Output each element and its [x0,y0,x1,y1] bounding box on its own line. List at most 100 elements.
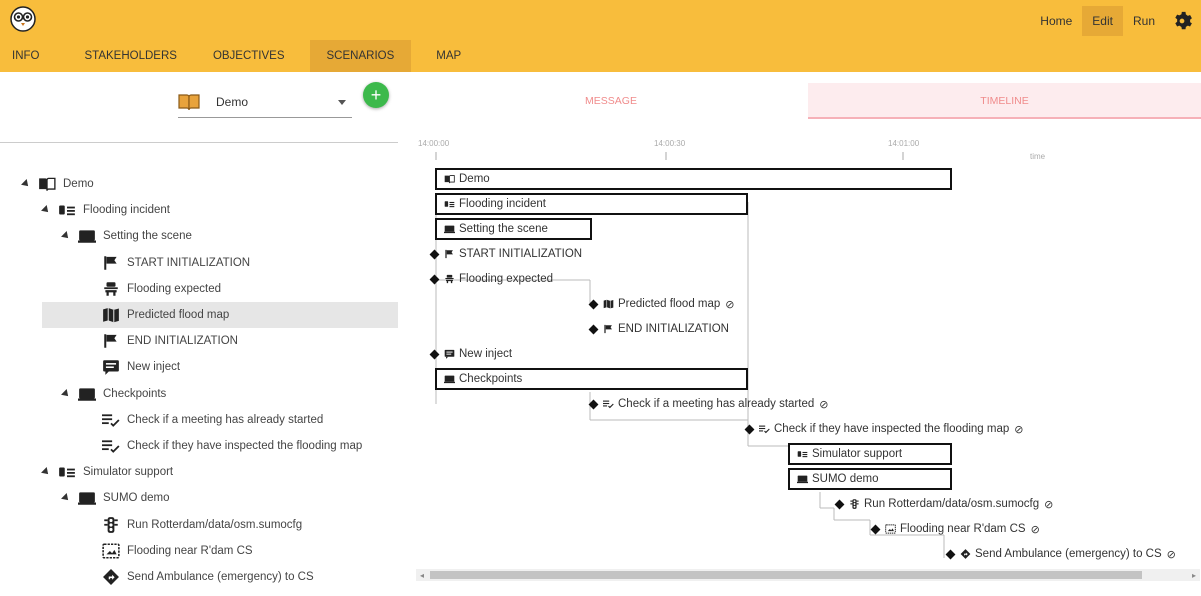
expand-toggle-icon[interactable] [61,493,71,504]
tree-item[interactable]: Flooding incident [0,197,398,223]
scroll-right-icon[interactable]: ▸ [1192,571,1196,580]
expand-toggle-icon[interactable] [61,388,71,399]
tree-item[interactable]: Flooding near R'dam CS [0,538,398,564]
flag-icon [102,255,120,271]
tree-item[interactable]: SUMO demo [0,485,398,511]
scenario-tree: Demo Flooding incident Setting the scene ST… [0,142,398,585]
timeline-event[interactable]: Flooding near R'dam CS ⊘ [870,518,1040,540]
checklist-icon [102,438,120,454]
timeline-scrollbar[interactable]: ◂ ▸ [416,569,1200,581]
tree-item[interactable]: Checkpoints [0,381,398,407]
timeline-item-label: Flooding near R'dam CS [900,523,1026,535]
timeline-event[interactable]: END INITIALIZATION [588,318,729,340]
traffic-light-icon [849,499,860,509]
timeline-bar[interactable]: Checkpoints [435,368,748,390]
timeline-bar[interactable]: Setting the scene [435,218,592,240]
timeline-event[interactable]: New inject [429,343,513,365]
tab-stakeholders[interactable]: STAKEHOLDERS [73,40,187,72]
flag-icon [444,249,455,259]
header-nav: Home Edit Run [1030,6,1193,36]
main-menu: INFO STAKEHOLDERS OBJECTIVES SCENARIOS M… [0,40,486,72]
tree-item[interactable]: Run Rotterdam/data/osm.sumocfg [0,512,398,538]
view-tabs: MESSAGE TIMELINE [414,83,1201,119]
storyline-icon [58,464,76,480]
timeline-item-label: Setting the scene [459,223,548,235]
tree-item-label: New inject [127,361,181,374]
tab-info[interactable]: INFO [12,40,39,72]
tree-item[interactable]: Send Ambulance (emergency) to CS [0,564,398,590]
timeline-bar[interactable]: Demo [435,168,952,190]
tree-item[interactable]: Flooding expected [0,276,398,302]
tree-item[interactable]: Predicted flood map [42,302,398,328]
tree-item[interactable]: New inject [0,354,398,380]
tree-item[interactable]: START INITIALIZATION [0,250,398,276]
tree-item[interactable]: Check if they have inspected the floodin… [0,433,398,459]
tree-item[interactable]: Simulator support [0,459,398,485]
chevron-down-icon[interactable] [338,100,346,105]
tab-map[interactable]: MAP [425,40,472,72]
timeline-event[interactable]: Predicted flood map ⊘ [588,293,735,315]
message-icon [102,359,120,376]
scenario-select[interactable]: Demo [178,90,352,118]
tab-objectives[interactable]: OBJECTIVES [202,40,296,72]
event-marker-icon [870,524,881,534]
storyline-icon [444,199,455,209]
tab-timeline[interactable]: TIMELINE [808,83,1201,119]
run-link[interactable]: Run [1123,6,1165,36]
home-link[interactable]: Home [1030,6,1082,36]
tick-label: 14:00:00 [418,139,450,148]
edit-link[interactable]: Edit [1082,6,1123,36]
event-marker-icon [945,549,956,559]
act-icon [444,374,455,384]
tree-item[interactable]: Check if a meeting has already started [0,407,398,433]
no-op-icon: ⊘ [1044,498,1054,511]
tab-message[interactable]: MESSAGE [414,83,808,119]
message-icon [444,349,455,359]
expand-toggle-icon[interactable] [61,231,71,242]
gear-icon[interactable] [1171,10,1193,32]
timeline-event[interactable]: START INITIALIZATION [429,243,582,265]
expand-toggle-icon[interactable] [41,467,51,478]
tree-item-label: Demo [63,178,94,190]
timeline-event[interactable]: Flooding expected [429,268,553,290]
expand-toggle-icon[interactable] [41,205,51,216]
event-marker-icon [588,299,599,309]
top-bar: Home Edit Run INFO STAKEHOLDERS OBJECTIV… [0,0,1201,72]
timeline-bar[interactable]: SUMO demo [788,468,952,490]
timeline-event[interactable]: Run Rotterdam/data/osm.sumocfg ⊘ [834,493,1054,515]
scroll-thumb[interactable] [430,571,1142,579]
tree-item[interactable]: Setting the scene [0,223,398,249]
timeline-bar[interactable]: Simulator support [788,443,952,465]
timeline-event[interactable]: Check if they have inspected the floodin… [744,418,1023,440]
timeline-event[interactable]: Send Ambulance (emergency) to CS ⊘ [945,543,1176,565]
no-op-icon: ⊘ [1166,548,1176,561]
tree-item-label: START INITIALIZATION [127,256,251,269]
scroll-left-icon[interactable]: ◂ [420,571,424,580]
tree-item[interactable]: Demo [0,171,398,197]
checklist-icon [102,412,120,428]
owl-logo-icon[interactable] [10,6,36,32]
storyline-icon [58,202,76,218]
event-marker-icon [834,499,845,509]
tree-item-label: Checkpoints [103,387,167,400]
tree-item-label: END INITIALIZATION [127,335,238,348]
tree-item-label: Run Rotterdam/data/osm.sumocfg [127,518,303,531]
expand-toggle-icon[interactable] [21,179,31,189]
tree-item-label: Flooding near R'dam CS [127,544,253,557]
timeline-item-label: Run Rotterdam/data/osm.sumocfg [864,498,1040,510]
timeline-bar[interactable]: Flooding incident [435,193,748,215]
timeline-item-label: Check if they have inspected the floodin… [774,423,1010,435]
timeline-view: 14:00:00 14:00:30 14:01:00 time Demo Floo… [414,130,1201,596]
tab-scenarios[interactable]: SCENARIOS [309,40,412,72]
timeline-item-label: Flooding expected [459,273,553,285]
no-op-icon: ⊘ [1030,523,1040,536]
act-icon [78,386,96,402]
timeline-item-label: New inject [459,348,513,360]
event-marker-icon [429,249,440,259]
event-marker-icon [588,399,599,409]
tree-item[interactable]: END INITIALIZATION [0,328,398,354]
storyline-icon [797,449,808,459]
tree-item-label: Flooding expected [127,282,221,295]
add-scenario-button[interactable]: + [363,82,389,108]
timeline-event[interactable]: Check if a meeting has already started ⊘ [588,393,828,415]
